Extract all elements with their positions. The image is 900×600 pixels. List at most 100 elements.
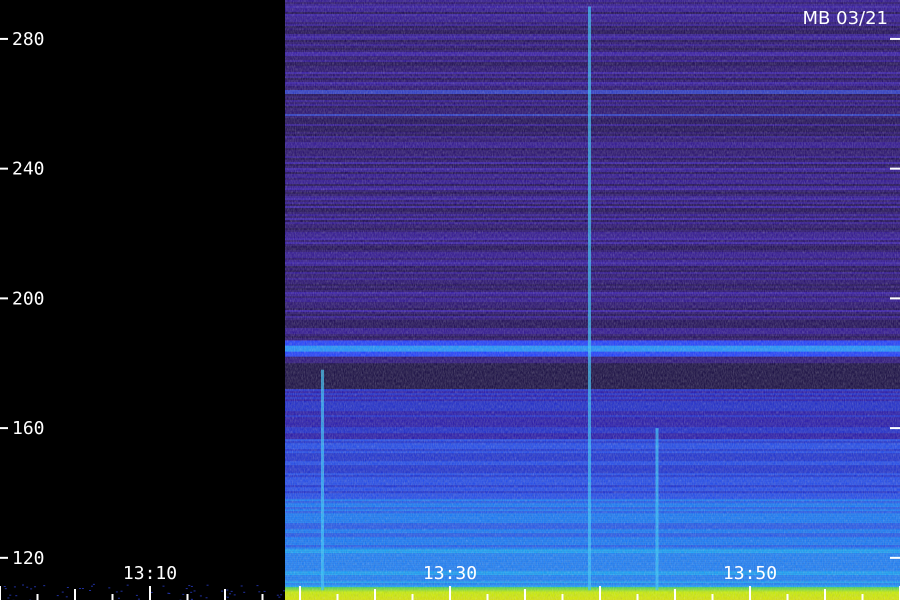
faint-signal xyxy=(26,586,29,588)
faint-signal xyxy=(30,588,33,590)
x-tick xyxy=(561,594,564,600)
y-tick-right xyxy=(890,37,900,40)
y-tick-left xyxy=(0,427,8,430)
faint-signal xyxy=(243,591,246,593)
x-tick xyxy=(0,586,1,600)
faint-signal xyxy=(185,588,188,590)
y-tick-label: 200 xyxy=(12,288,45,309)
x-tick xyxy=(411,594,414,600)
x-tick xyxy=(524,589,526,600)
faint-signal xyxy=(137,598,140,600)
faint-signal xyxy=(256,585,259,587)
x-tick-label: 13:30 xyxy=(423,563,477,584)
faint-signal xyxy=(43,585,46,587)
faint-signal xyxy=(13,586,16,588)
faint-signal xyxy=(230,590,233,592)
faint-signal xyxy=(276,594,279,596)
faint-signal xyxy=(79,588,82,590)
faint-signal xyxy=(108,587,111,589)
x-tick xyxy=(374,589,376,600)
faint-signal xyxy=(56,595,59,597)
x-tick xyxy=(36,594,39,600)
x-tick xyxy=(711,594,714,600)
faint-signal xyxy=(226,589,229,591)
x-tick xyxy=(824,589,826,600)
faint-signal xyxy=(282,590,285,592)
faint-signal xyxy=(280,594,283,596)
x-tick xyxy=(224,589,226,600)
faint-signal xyxy=(3,585,6,587)
faint-signal xyxy=(278,596,281,598)
faint-signal xyxy=(182,593,185,595)
y-tick-left xyxy=(0,556,8,559)
faint-signal xyxy=(120,590,123,592)
faint-signal xyxy=(22,584,25,586)
x-tick xyxy=(449,586,451,600)
faint-signal xyxy=(117,597,120,599)
x-tick xyxy=(111,594,114,600)
faint-signal xyxy=(190,591,193,593)
x-tick xyxy=(786,594,789,600)
faint-signal xyxy=(115,591,118,593)
faint-signal xyxy=(221,590,224,592)
x-tick xyxy=(674,589,676,600)
y-tick-left xyxy=(0,297,8,300)
spectrogram-chart: 280 240 200 160 120 13:10 13:30 13:50 MB 03/21 xyxy=(0,0,900,600)
faint-signal xyxy=(90,585,93,587)
noise-texture xyxy=(3,0,900,600)
x-tick xyxy=(636,594,639,600)
faint-signal xyxy=(206,584,209,586)
y-tick-right xyxy=(890,297,900,300)
x-tick xyxy=(599,586,601,600)
x-tick xyxy=(186,594,189,600)
faint-signal xyxy=(66,586,69,588)
noise-overlay xyxy=(285,0,900,600)
faint-signal xyxy=(7,597,10,599)
x-tick xyxy=(299,586,301,600)
x-tick xyxy=(336,594,339,600)
y-tick-right xyxy=(890,556,900,559)
faint-signal xyxy=(89,589,92,591)
faint-signal xyxy=(205,597,208,599)
x-tick xyxy=(749,586,751,600)
faint-signal xyxy=(4,588,7,590)
y-tick-label: 240 xyxy=(12,159,45,180)
y-tick-left xyxy=(0,167,8,170)
faint-signal xyxy=(162,585,165,587)
faint-signal xyxy=(188,585,191,587)
faint-signal xyxy=(9,594,12,596)
x-tick xyxy=(74,589,76,600)
faint-signal xyxy=(61,591,64,593)
faint-signal xyxy=(34,586,37,588)
faint-signal xyxy=(226,596,229,598)
faint-signal xyxy=(229,593,232,595)
y-tick-label: 280 xyxy=(12,29,45,50)
faint-signal xyxy=(135,594,138,596)
faint-signal xyxy=(150,591,153,593)
faint-signal xyxy=(233,594,236,596)
faint-signal xyxy=(92,583,95,585)
faint-signal xyxy=(193,590,196,592)
y-tick-label: 160 xyxy=(12,418,45,439)
faint-signal xyxy=(199,595,202,597)
faint-signal xyxy=(168,593,171,595)
faint-signal xyxy=(81,588,84,590)
faint-signal xyxy=(263,590,266,592)
x-tick-label: 13:50 xyxy=(723,563,777,584)
faint-signal xyxy=(240,585,243,587)
y-tick-label: 120 xyxy=(12,548,45,569)
chart-title: MB 03/21 xyxy=(803,8,888,29)
y-tick-right xyxy=(890,167,900,170)
x-tick xyxy=(861,594,864,600)
x-tick xyxy=(486,594,489,600)
x-tick xyxy=(149,586,151,600)
x-tick-label: 13:10 xyxy=(123,563,177,584)
y-tick-right xyxy=(890,427,900,430)
faint-signal xyxy=(65,596,68,598)
y-tick-left xyxy=(0,37,8,40)
faint-signal xyxy=(126,584,129,586)
x-tick xyxy=(261,594,264,600)
faint-signal xyxy=(258,591,261,593)
faint-signal xyxy=(190,585,193,587)
faint-signal xyxy=(15,595,18,597)
